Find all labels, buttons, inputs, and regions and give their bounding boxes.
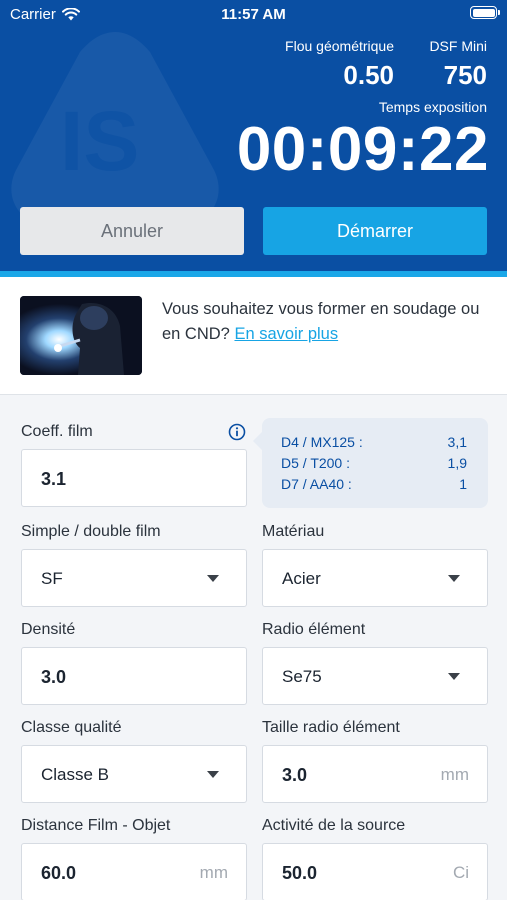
battery-icon bbox=[470, 6, 500, 19]
activite-value: 50.0 bbox=[282, 863, 318, 883]
distance-label: Distance Film - Objet bbox=[21, 817, 171, 834]
info-icon[interactable] bbox=[228, 423, 246, 441]
welding-image[interactable] bbox=[20, 296, 142, 375]
coeff-reference-box: D4 / MX125 : 3,1 D5 / T200 : 1,9 D7 / AA… bbox=[253, 418, 488, 508]
svg-text:IS: IS bbox=[60, 94, 139, 188]
clock: 11:57 AM bbox=[221, 6, 286, 23]
chevron-down-icon bbox=[207, 575, 219, 582]
radio-element-select[interactable]: Se75 bbox=[262, 647, 488, 705]
flou-label: Flou géométrique bbox=[285, 38, 394, 54]
materiau-label: Matériau bbox=[262, 523, 325, 540]
coeff-value: 1,9 bbox=[447, 455, 467, 471]
taille-label: Taille radio élément bbox=[262, 719, 400, 736]
activite-unit: Ci bbox=[452, 863, 469, 882]
activite-input[interactable]: 50.0 Ci bbox=[262, 843, 488, 900]
classe-select[interactable]: Classe B bbox=[21, 745, 247, 803]
densite-label: Densité bbox=[21, 621, 76, 638]
chevron-down-icon bbox=[448, 575, 460, 582]
cancel-button[interactable]: Annuler bbox=[20, 207, 244, 255]
dsf-value: 750 bbox=[443, 60, 487, 90]
classe-value: Classe B bbox=[41, 765, 110, 784]
film-type-select[interactable]: SF bbox=[21, 549, 247, 607]
distance-input[interactable]: 60.0 mm bbox=[21, 843, 247, 900]
promo-text: Vous souhaitez vous former en soudage ou… bbox=[162, 297, 492, 347]
coeff-key: D7 / AA40 : bbox=[281, 476, 352, 492]
flou-value: 0.50 bbox=[343, 60, 394, 90]
status-bar: Carrier 11:57 AM bbox=[0, 0, 507, 28]
coeff-film-label: Coeff. film bbox=[21, 423, 93, 440]
distance-unit: mm bbox=[199, 863, 228, 882]
coeff-value: 3,1 bbox=[447, 434, 467, 450]
temps-label: Temps exposition bbox=[378, 99, 487, 115]
activite-label: Activité de la source bbox=[262, 817, 406, 834]
densite-value: 3.0 bbox=[41, 667, 67, 687]
film-type-label: Simple / double film bbox=[21, 523, 161, 540]
radio-element-value: Se75 bbox=[282, 667, 322, 686]
taille-value: 3.0 bbox=[282, 765, 308, 785]
welder-illustration bbox=[20, 296, 142, 375]
exposure-timer: 00:09:22 bbox=[236, 115, 489, 184]
coeff-film-value: 3.1 bbox=[41, 469, 67, 489]
taille-unit: mm bbox=[440, 765, 469, 784]
materiau-value: Acier bbox=[282, 569, 321, 588]
coeff-film-input[interactable]: 3.1 bbox=[21, 449, 247, 507]
promo-banner: Vous souhaitez vous former en soudage ou… bbox=[0, 277, 507, 395]
coeff-value: 1 bbox=[459, 476, 467, 492]
classe-label: Classe qualité bbox=[21, 719, 122, 736]
distance-value: 60.0 bbox=[41, 863, 77, 883]
coeff-key: D5 / T200 : bbox=[281, 455, 351, 471]
chevron-down-icon bbox=[207, 771, 219, 778]
start-button[interactable]: Démarrer bbox=[263, 207, 487, 255]
coeff-key: D4 / MX125 : bbox=[281, 434, 363, 450]
learn-more-link[interactable]: En savoir plus bbox=[234, 325, 338, 343]
dsf-label: DSF Mini bbox=[429, 38, 487, 54]
chevron-down-icon bbox=[448, 673, 460, 680]
densite-input[interactable]: 3.0 bbox=[21, 647, 247, 705]
film-type-value: SF bbox=[41, 569, 63, 588]
materiau-select[interactable]: Acier bbox=[262, 549, 488, 607]
taille-input[interactable]: 3.0 mm bbox=[262, 745, 488, 803]
radio-element-label: Radio élément bbox=[262, 621, 366, 638]
header: IS Carrier 11:57 AM Flou géométrique DSF… bbox=[0, 0, 507, 277]
